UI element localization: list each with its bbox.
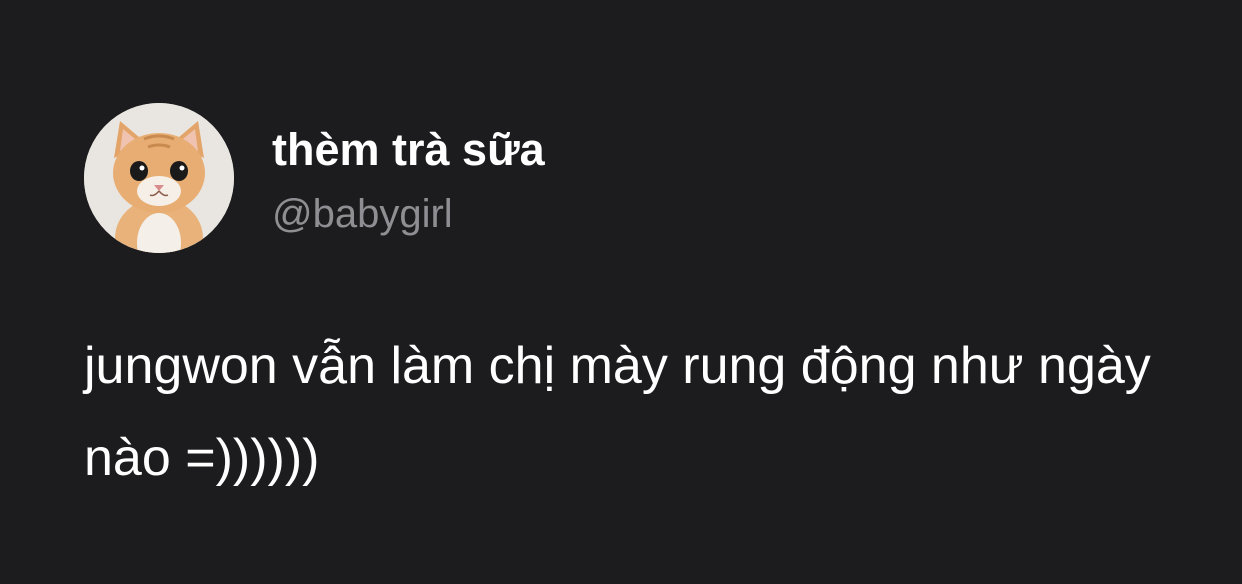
author-display-name[interactable]: thèm trà sữa bbox=[272, 120, 545, 180]
author-handle[interactable]: @babygirl bbox=[272, 186, 453, 242]
tweet-card: thèm trà sữa @babygirl jungwon vẫn làm c… bbox=[0, 0, 1242, 584]
avatar[interactable] bbox=[84, 103, 234, 253]
kitten-avatar-icon bbox=[84, 103, 234, 253]
tweet-text: jungwon vẫn làm chị mày rung động như ng… bbox=[84, 337, 1151, 487]
